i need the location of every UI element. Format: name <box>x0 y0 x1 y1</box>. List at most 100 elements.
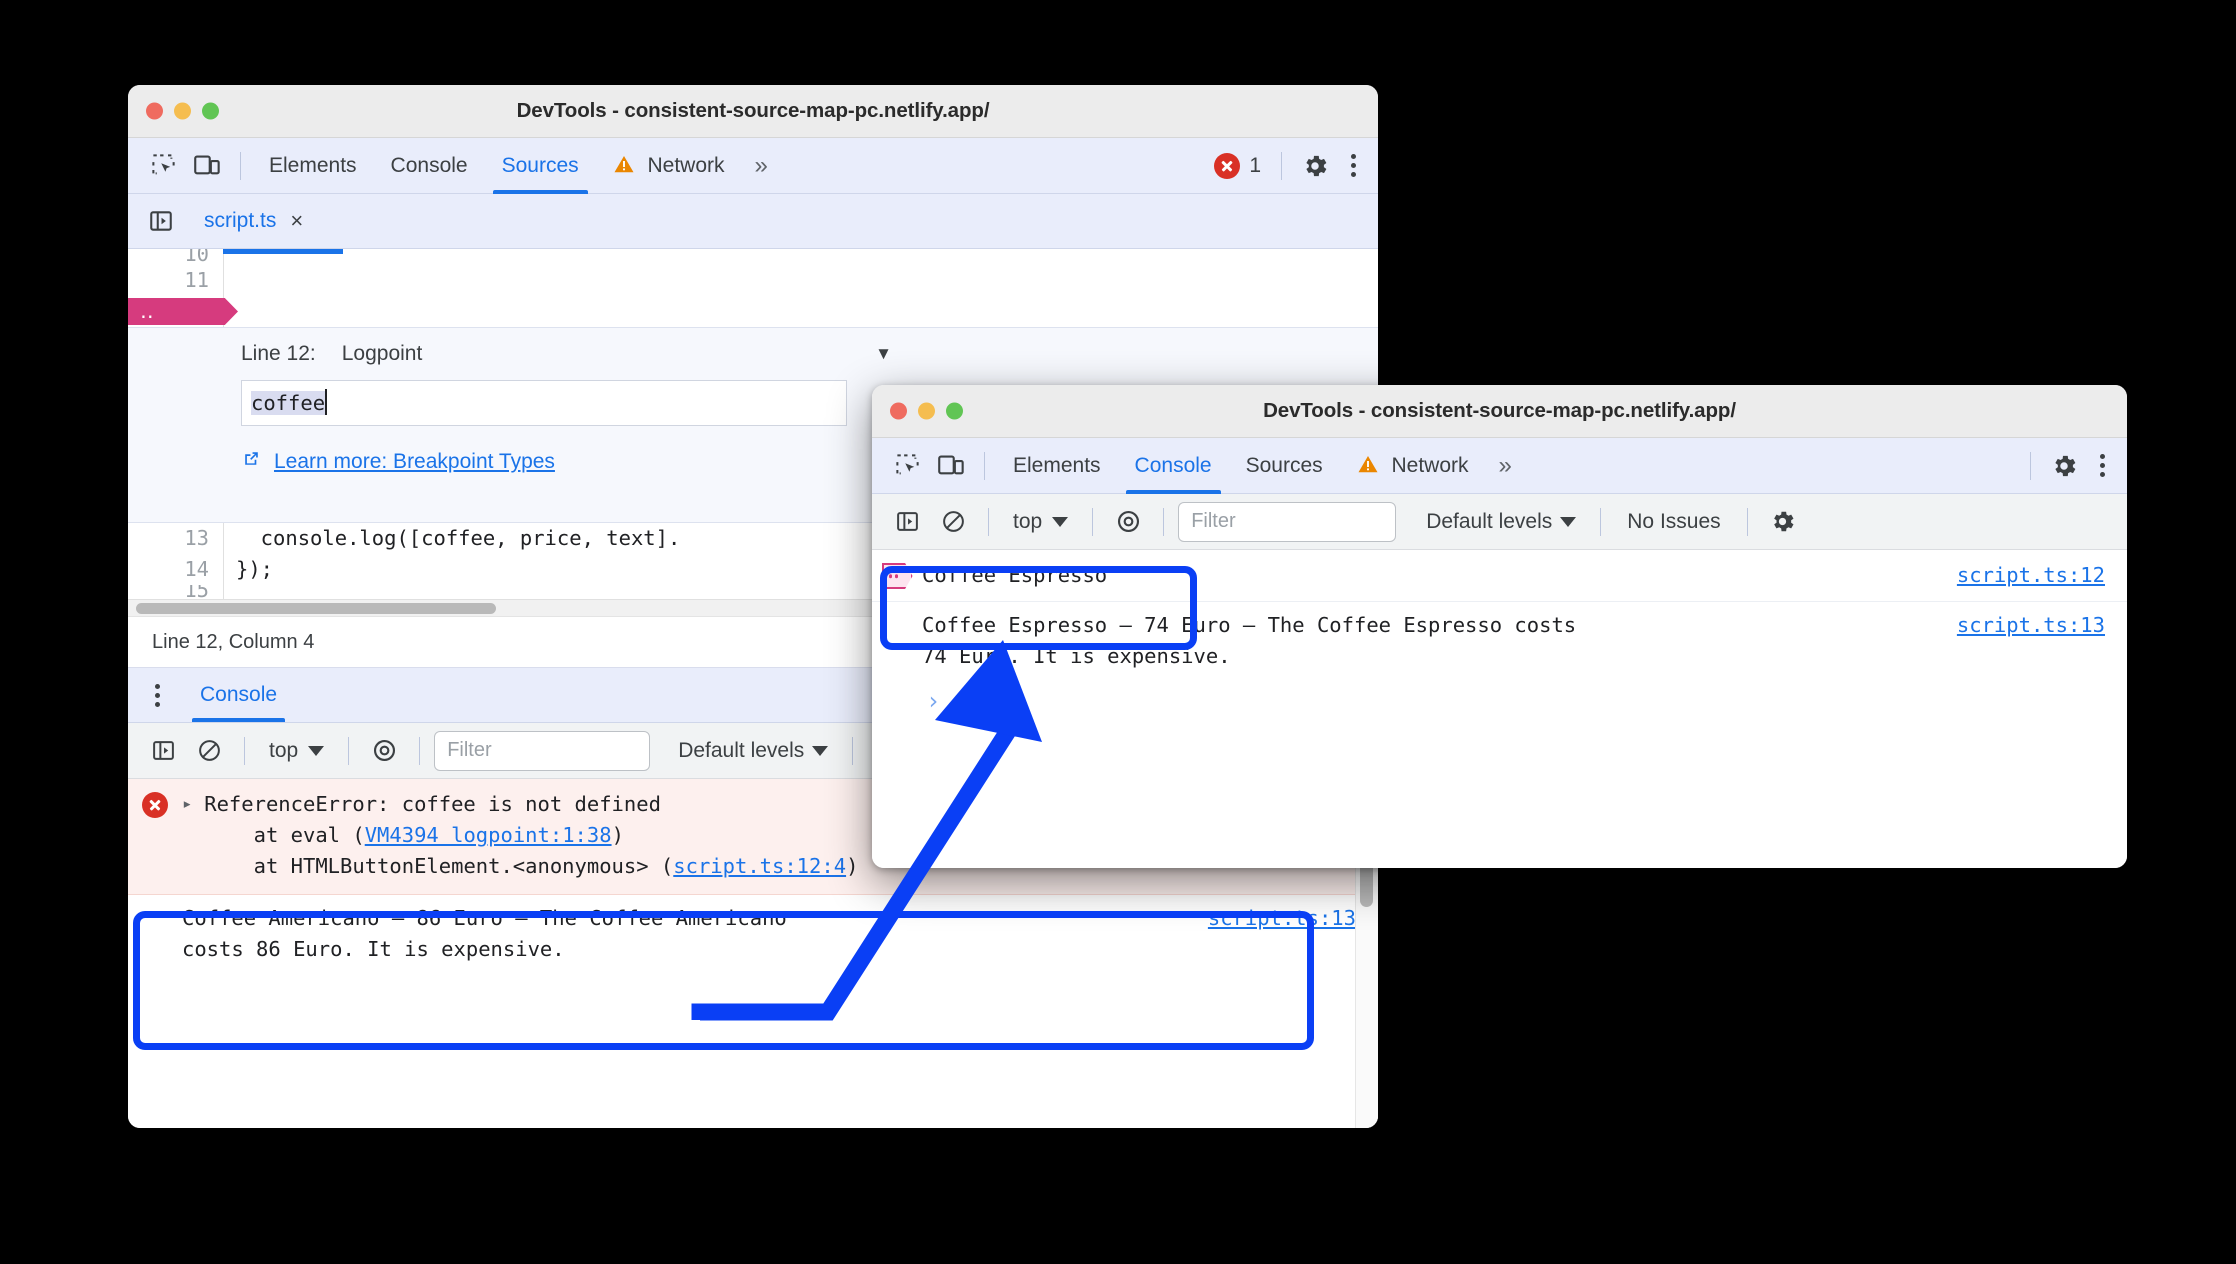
close-window-button[interactable] <box>890 402 907 420</box>
message-icon-blank <box>872 610 922 613</box>
message-icon <box>128 789 182 818</box>
maximize-window-button[interactable] <box>202 102 219 120</box>
console-output[interactable]: Coffee Espresso script.ts:12 Coffee Espr… <box>872 550 2127 868</box>
code-line-10-text <box>223 249 1378 265</box>
console-levels-selector[interactable]: Default levels <box>668 739 838 763</box>
console-message-logpoint[interactable]: Coffee Espresso script.ts:12 <box>872 550 2127 602</box>
devtools-main-toolbar[interactable]: Elements Console Sources Network » 1 <box>128 138 1378 194</box>
stack-link-script-ts[interactable]: script.ts:12:4 <box>673 854 846 878</box>
tab-sources[interactable]: Sources <box>1230 438 1339 494</box>
gear-icon[interactable] <box>2043 445 2085 487</box>
tab-console[interactable]: Console <box>375 138 484 194</box>
console-sidebar-icon[interactable] <box>142 730 184 772</box>
logpoint-dots-icon: ‥ <box>140 299 155 323</box>
console-prompt[interactable]: › <box>872 678 2127 724</box>
window-controls[interactable] <box>890 402 963 420</box>
close-window-button[interactable] <box>146 102 163 120</box>
sources-file-tabstrip[interactable]: script.ts × <box>128 194 1378 249</box>
chevron-down-icon <box>308 745 325 756</box>
message-source-link[interactable]: script.ts:12 <box>1957 560 2127 591</box>
more-tabs-chevron-icon[interactable]: » <box>1487 452 1521 480</box>
tab-network[interactable]: Network <box>597 138 741 194</box>
breakpoint-condition-input[interactable]: coffee <box>241 380 847 426</box>
console-filter-input[interactable]: Filter <box>1178 501 1397 542</box>
code-editor-top[interactable]: 10 11 const text = `The ${coffee} costs … <box>128 249 1378 327</box>
console-levels-value: Default levels <box>678 738 805 762</box>
message-source-link[interactable]: script.ts:13 <box>1208 903 1378 934</box>
toolbar-divider <box>240 151 241 180</box>
scrollbar-thumb[interactable] <box>136 603 496 614</box>
live-expression-icon[interactable] <box>363 730 405 772</box>
window-controls[interactable] <box>146 102 219 120</box>
chevron-down-icon-levels <box>812 745 829 756</box>
device-toolbar-icon[interactable] <box>186 145 228 187</box>
drawer-tab-console[interactable]: Console <box>186 668 291 722</box>
console-settings-gear-icon[interactable] <box>1762 501 1804 543</box>
line-number-15: 15 <box>184 585 209 599</box>
learn-more-breakpoint-types-link[interactable]: Learn more: Breakpoint Types <box>274 450 555 474</box>
external-link-icon <box>241 448 262 475</box>
console-sidebar-icon[interactable] <box>886 501 928 543</box>
inspect-element-icon[interactable] <box>886 445 928 487</box>
toolbar-divider <box>984 451 985 480</box>
gear-icon[interactable] <box>1294 145 1336 187</box>
error-count-badge[interactable]: 1 <box>1206 152 1269 179</box>
clear-console-icon[interactable] <box>188 730 230 772</box>
line-number-14: 14 <box>184 557 209 581</box>
drawer-kebab-menu-icon[interactable] <box>142 683 172 707</box>
console-levels-selector[interactable]: Default levels <box>1416 510 1586 534</box>
breakpoint-line-label: Line 12: <box>241 342 316 365</box>
stack-link-vm-logpoint[interactable]: VM4394 logpoint:1:38 <box>365 823 612 847</box>
logpoint-chip-icon <box>881 563 913 589</box>
console-message-log[interactable]: Coffee Espresso – 74 Euro – The Coffee E… <box>872 602 2127 678</box>
inspect-element-icon[interactable] <box>142 145 184 187</box>
tab-elements[interactable]: Elements <box>253 138 373 194</box>
kebab-menu-icon[interactable] <box>2087 454 2117 477</box>
clear-console-icon[interactable] <box>932 501 974 543</box>
error-title: ReferenceError: coffee is not defined <box>204 792 661 816</box>
file-tab-script-ts[interactable]: script.ts × <box>182 209 317 233</box>
tab-console[interactable]: Console <box>1119 438 1228 494</box>
console-toolbar-divider-2 <box>348 736 350 765</box>
toolbar-divider-2 <box>2030 451 2031 480</box>
maximize-window-button[interactable] <box>946 402 963 420</box>
more-tabs-chevron-icon[interactable]: » <box>743 152 777 180</box>
console-toolbar[interactable]: top Filter Default levels No Issues <box>872 494 2127 550</box>
kebab-menu-icon[interactable] <box>1338 154 1368 177</box>
tab-elements[interactable]: Elements <box>997 438 1117 494</box>
console-toolbar-divider-4 <box>852 736 854 765</box>
console-message-log[interactable]: Coffee Americano – 86 Euro – The Coffee … <box>128 895 1378 971</box>
expand-arrow-icon[interactable]: ▸ <box>182 789 204 820</box>
issues-status[interactable]: No Issues <box>1615 510 1732 534</box>
tab-network[interactable]: Network <box>1341 438 1485 494</box>
window-title: DevTools - consistent-source-map-pc.netl… <box>516 99 990 122</box>
show-navigator-icon[interactable] <box>140 200 182 242</box>
logpoint-gutter-marker[interactable]: ‥ 12 <box>128 298 238 325</box>
devtools-console-window[interactable]: DevTools - consistent-source-map-pc.netl… <box>872 385 2127 868</box>
stack-line-2: at HTMLButtonElement.<anonymous> (script… <box>204 854 859 878</box>
console-filter-input[interactable]: Filter <box>434 730 651 771</box>
devtools-main-toolbar[interactable]: Elements Console Sources Network » <box>872 438 2127 494</box>
message-text: Coffee Espresso – 74 Euro – The Coffee E… <box>922 613 1577 668</box>
tab-network-label: Network <box>1391 453 1469 477</box>
chevron-down-icon[interactable]: ▼ <box>875 344 892 364</box>
code-line-12-text: (‥document. querySelector('p') as HTMLPa… <box>223 296 1378 327</box>
execution-context-selector[interactable]: top <box>259 739 334 763</box>
message-source-link[interactable]: script.ts:13 <box>1957 610 2127 641</box>
console-toolbar-divider-5 <box>1746 507 1748 536</box>
message-text: Coffee Americano – 86 Euro – The Coffee … <box>182 906 787 961</box>
close-icon[interactable]: × <box>290 210 303 232</box>
code-line-12[interactable]: ‥ 12 (‥document. querySelector('p') as H… <box>128 296 1378 327</box>
console-toolbar-divider <box>988 507 989 536</box>
device-toolbar-icon[interactable] <box>930 445 972 487</box>
minimize-window-button[interactable] <box>174 102 191 120</box>
console-toolbar-divider-3 <box>1163 507 1165 536</box>
error-circle-icon <box>1214 152 1241 179</box>
execution-context-selector[interactable]: top <box>1003 510 1078 534</box>
line-number-10: 10 <box>184 249 209 265</box>
tab-sources[interactable]: Sources <box>486 138 595 194</box>
live-expression-icon[interactable] <box>1107 501 1149 543</box>
minimize-window-button[interactable] <box>918 402 935 420</box>
code-line-11[interactable]: 11 const text = `The ${coffee} costs ${p… <box>128 265 1378 296</box>
window-title: DevTools - consistent-source-map-pc.netl… <box>1263 399 1736 422</box>
